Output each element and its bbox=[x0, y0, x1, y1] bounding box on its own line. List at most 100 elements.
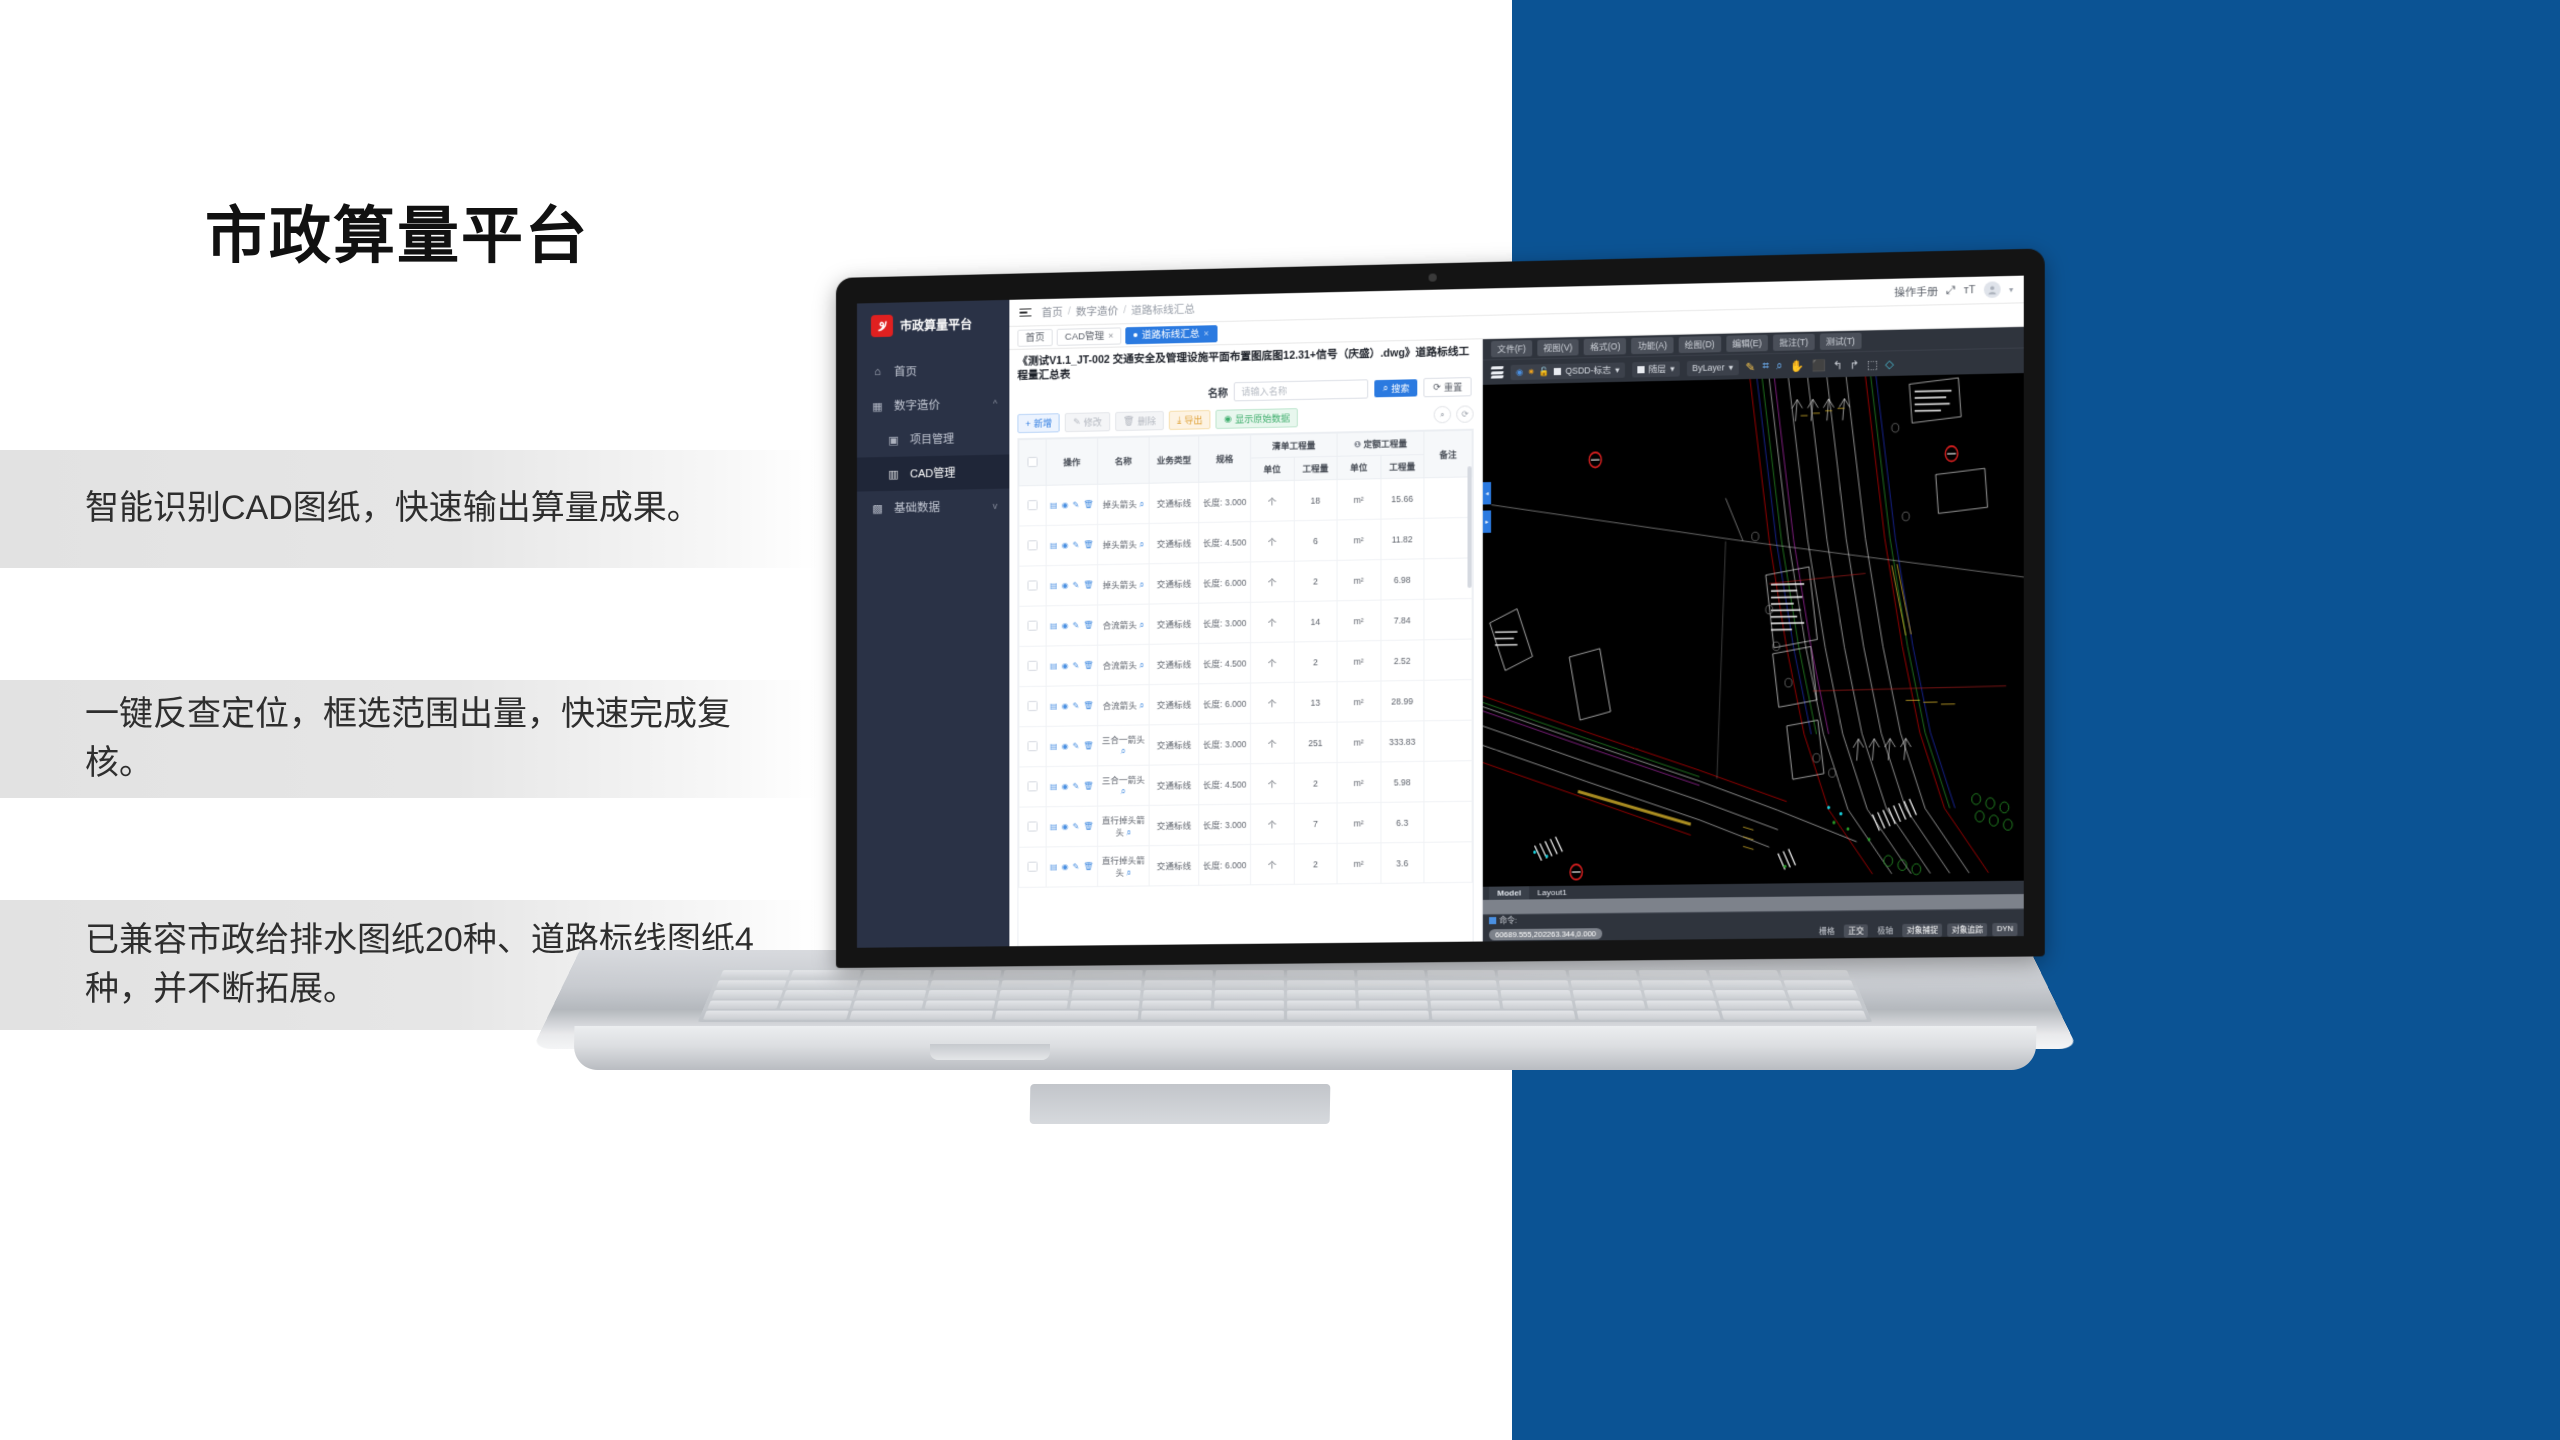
linetype-select[interactable]: ByLayer ▾ bbox=[1687, 359, 1739, 376]
hamburger-icon[interactable] bbox=[1019, 307, 1032, 318]
magnifier-icon[interactable]: ⌕ bbox=[1139, 579, 1144, 589]
reset-button[interactable]: ⟳ 重置 bbox=[1423, 377, 1472, 398]
delete-icon[interactable]: 🗑 bbox=[1083, 741, 1093, 750]
locate-icon[interactable]: ◉ bbox=[1062, 621, 1069, 630]
row-checkbox-cell[interactable] bbox=[1018, 807, 1047, 848]
search-button[interactable]: ⌕ 搜索 bbox=[1374, 379, 1418, 398]
detail-icon[interactable]: ▤ bbox=[1050, 581, 1058, 590]
detail-icon[interactable]: ▤ bbox=[1050, 822, 1058, 831]
detail-icon[interactable]: ▤ bbox=[1050, 862, 1058, 871]
sidebar-item-basic-data[interactable]: ▩ 基础数据 v bbox=[857, 489, 1009, 526]
row-checkbox[interactable] bbox=[1027, 781, 1038, 792]
detail-icon[interactable]: ▤ bbox=[1050, 782, 1058, 791]
delete-icon[interactable]: 🗑 bbox=[1083, 620, 1093, 629]
edit-icon[interactable]: ✎ bbox=[1073, 661, 1080, 670]
row-checkbox-cell[interactable] bbox=[1018, 646, 1047, 687]
detail-icon[interactable]: ▤ bbox=[1050, 742, 1058, 751]
tab-road-marking-summary[interactable]: 道路标线汇总 × bbox=[1125, 324, 1218, 344]
locate-icon[interactable]: ◉ bbox=[1062, 741, 1069, 750]
row-checkbox[interactable] bbox=[1027, 620, 1038, 631]
cad-menu-item[interactable]: 格式(O) bbox=[1583, 337, 1627, 356]
status-toggle[interactable]: 栅格 bbox=[1815, 925, 1839, 939]
table-scroll-container[interactable]: 操作 名称 业务类型 规格 清单工程量 ❶ 定额工程量 备注 单位 工程量 单位… bbox=[1017, 428, 1474, 947]
table-row[interactable]: ▤ ◉ ✎ 🗑 三合一箭头 ⌕ 交通标线 长度: 4.500 个 2 m² 5.98 bbox=[1018, 760, 1473, 808]
unlock-icon[interactable]: 🔓 bbox=[1539, 366, 1550, 377]
cad-menu-item[interactable]: 功能(A) bbox=[1631, 336, 1674, 355]
table-row[interactable]: ▤ ◉ ✎ 🗑 合流箭头 ⌕ 交通标线 长度: 4.500 个 2 m² 2.52 bbox=[1018, 639, 1473, 687]
sidebar-item-project-management[interactable]: ▣ 项目管理 bbox=[857, 420, 1009, 457]
row-checkbox-cell[interactable] bbox=[1018, 686, 1047, 728]
magnifier-icon[interactable]: ⌕ bbox=[1139, 660, 1144, 670]
detail-icon[interactable]: ▤ bbox=[1050, 500, 1058, 509]
select-all-header[interactable] bbox=[1018, 439, 1047, 487]
refresh-circle-icon[interactable]: ⟳ bbox=[1456, 405, 1474, 424]
cad-menu-item[interactable]: 绘图(D) bbox=[1678, 335, 1721, 354]
magnifier-icon[interactable]: ⌕ bbox=[1139, 539, 1144, 549]
locate-icon[interactable]: ◉ bbox=[1062, 500, 1069, 509]
close-icon[interactable]: × bbox=[1108, 328, 1113, 343]
row-checkbox-cell[interactable] bbox=[1018, 606, 1047, 647]
delete-icon[interactable]: 🗑 bbox=[1083, 822, 1093, 831]
row-checkbox-cell[interactable] bbox=[1018, 847, 1047, 888]
breadcrumb-item-digital-cost[interactable]: 数字造价 bbox=[1076, 303, 1118, 319]
export-button[interactable]: ⤓ 导出 bbox=[1169, 410, 1211, 431]
row-checkbox-cell[interactable] bbox=[1018, 565, 1047, 607]
cad-menu-item[interactable]: 视图(V) bbox=[1537, 339, 1579, 357]
delete-icon[interactable]: 🗑 bbox=[1083, 661, 1093, 670]
locate-icon[interactable]: ◉ bbox=[1062, 862, 1069, 871]
delete-button[interactable]: 🗑 删除 bbox=[1115, 411, 1165, 432]
row-checkbox-cell[interactable] bbox=[1018, 726, 1047, 768]
locate-icon[interactable]: ◉ bbox=[1062, 822, 1069, 831]
edit-icon[interactable]: ✎ bbox=[1073, 862, 1080, 871]
zoom-3d-icon[interactable]: ⬛ bbox=[1811, 358, 1825, 373]
status-toggle[interactable]: 正交 bbox=[1844, 924, 1868, 938]
chevron-down-icon[interactable]: ▾ bbox=[2009, 285, 2013, 294]
delete-icon[interactable]: 🗑 bbox=[1083, 781, 1093, 790]
locate-icon[interactable]: ◉ bbox=[1062, 661, 1069, 670]
select-all-checkbox[interactable] bbox=[1027, 456, 1038, 467]
delete-icon[interactable]: 🗑 bbox=[1083, 500, 1093, 509]
magnifier-icon[interactable]: ⌕ bbox=[1139, 700, 1144, 710]
info-icon[interactable]: ❶ bbox=[1354, 439, 1361, 449]
delete-icon[interactable]: 🗑 bbox=[1083, 701, 1093, 710]
detail-icon[interactable]: ▤ bbox=[1050, 621, 1058, 630]
row-checkbox[interactable] bbox=[1027, 499, 1038, 511]
fullscreen-icon[interactable]: ⤢ bbox=[1947, 284, 1956, 298]
detail-icon[interactable]: ▤ bbox=[1050, 541, 1058, 550]
edit-icon[interactable]: ✎ bbox=[1073, 741, 1080, 750]
close-icon[interactable]: × bbox=[1204, 326, 1209, 341]
collapse-handle-right-icon[interactable]: ▸ bbox=[1482, 510, 1492, 533]
delete-icon[interactable]: 🗑 bbox=[1083, 862, 1093, 871]
table-row[interactable]: ▤ ◉ ✎ 🗑 直行掉头箭头 ⌕ 交通标线 长度: 6.000 个 2 m² 3.6 bbox=[1018, 842, 1473, 888]
edit-icon[interactable]: ✎ bbox=[1073, 701, 1080, 710]
locate-icon[interactable]: ◉ bbox=[1062, 540, 1069, 549]
locate-icon[interactable]: ◉ bbox=[1062, 581, 1069, 590]
search-circle-icon[interactable]: ⌕ bbox=[1433, 406, 1452, 424]
row-checkbox[interactable] bbox=[1027, 660, 1038, 671]
magnifier-icon[interactable]: ⌕ bbox=[1121, 746, 1126, 756]
cad-menu-item[interactable]: 编辑(E) bbox=[1725, 334, 1768, 353]
edit-icon[interactable]: ✎ bbox=[1073, 580, 1080, 589]
magnifier-icon[interactable]: ⌕ bbox=[1139, 499, 1144, 509]
chevron-down-icon[interactable]: ▾ bbox=[1670, 363, 1674, 374]
status-toggle[interactable]: DYN bbox=[1992, 922, 2018, 937]
search-input[interactable]: 请输入名称 bbox=[1234, 379, 1369, 402]
row-checkbox-cell[interactable] bbox=[1018, 525, 1047, 567]
row-checkbox-cell[interactable] bbox=[1018, 485, 1047, 527]
edit-icon[interactable]: ✎ bbox=[1073, 781, 1080, 790]
edit-button[interactable]: ✎ 修改 bbox=[1065, 412, 1111, 433]
row-checkbox-cell[interactable] bbox=[1018, 766, 1047, 808]
sidebar-item-cad-management[interactable]: ▥ CAD管理 bbox=[856, 454, 1010, 492]
cad-menu-item[interactable]: 批注(T) bbox=[1773, 333, 1815, 351]
delete-icon[interactable]: 🗑 bbox=[1083, 540, 1093, 549]
show-raw-data-button[interactable]: ◉ 显示原始数据 bbox=[1215, 408, 1299, 430]
sidebar-item-digital-cost[interactable]: ▦ 数字造价 ^ bbox=[857, 386, 1009, 423]
row-checkbox[interactable] bbox=[1027, 821, 1038, 832]
manual-link[interactable]: 操作手册 bbox=[1894, 283, 1938, 299]
layer-select[interactable]: ◉ ✷ 🔓 QSDD-标志 ▾ bbox=[1510, 361, 1625, 380]
edit-icon[interactable]: ✎ bbox=[1073, 500, 1080, 509]
sidebar-item-home[interactable]: ⌂ 首页 bbox=[857, 352, 1009, 389]
row-checkbox[interactable] bbox=[1027, 740, 1038, 752]
table-scrollbar[interactable] bbox=[1467, 466, 1472, 589]
color-select[interactable]: 随层 ▾ bbox=[1631, 360, 1680, 378]
